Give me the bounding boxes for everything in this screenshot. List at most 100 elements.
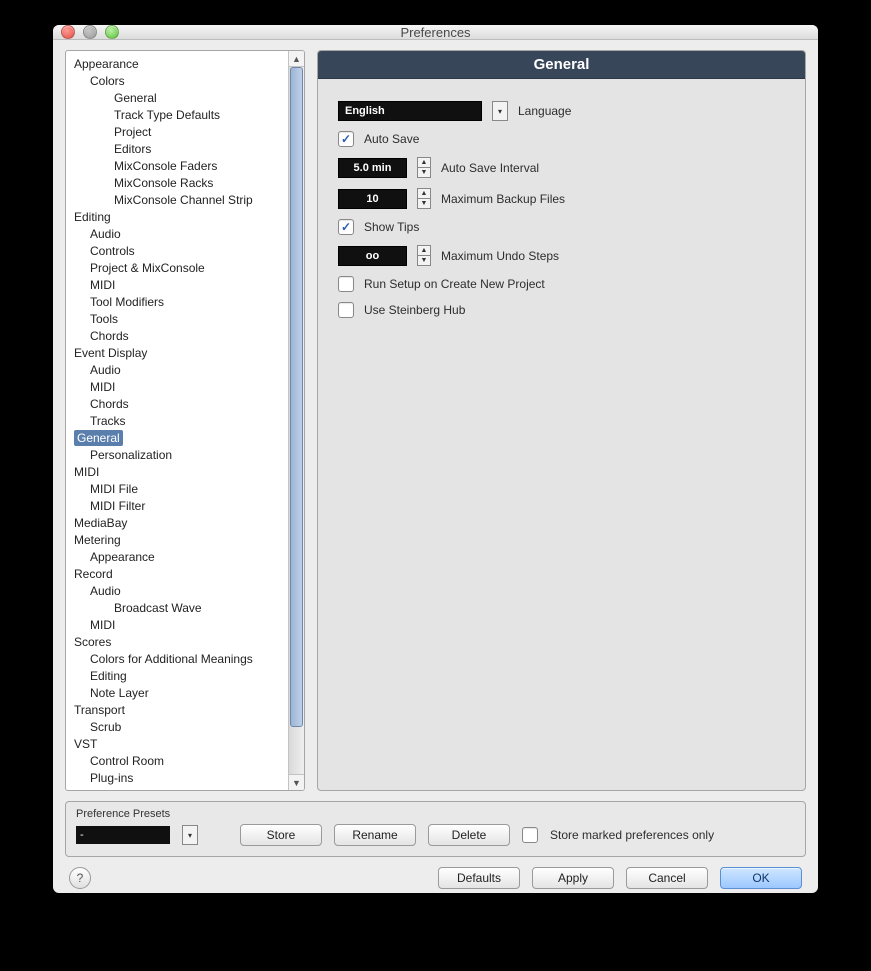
sidebar-item-label: General xyxy=(114,91,157,105)
sidebar-item[interactable]: Chords xyxy=(66,327,288,344)
sidebar-item[interactable]: Track Type Defaults xyxy=(66,106,288,123)
interval-stepper[interactable]: ▲▼ xyxy=(417,157,431,178)
sidebar-item[interactable]: Audio xyxy=(66,582,288,599)
minimize-button[interactable] xyxy=(83,25,97,39)
sidebar-item-label: General xyxy=(74,430,123,446)
scroll-up-icon[interactable]: ▲ xyxy=(289,51,304,67)
store-button[interactable]: Store xyxy=(240,824,322,846)
sidebar-item[interactable]: Scores xyxy=(66,633,288,650)
sidebar-item[interactable]: Controls xyxy=(66,242,288,259)
sidebar-item[interactable]: MIDI xyxy=(66,276,288,293)
sidebar-item[interactable]: Plug-ins xyxy=(66,769,288,786)
sidebar-item-label: Colors for Additional Meanings xyxy=(90,652,253,666)
scroll-track[interactable] xyxy=(289,67,304,774)
close-button[interactable] xyxy=(61,25,75,39)
rename-button[interactable]: Rename xyxy=(334,824,416,846)
sidebar-item[interactable]: Tool Modifiers xyxy=(66,293,288,310)
sidebar-item-label: MixConsole Racks xyxy=(114,176,213,190)
showtips-label: Show Tips xyxy=(364,220,419,234)
ok-button[interactable]: OK xyxy=(720,867,802,889)
sidebar-item[interactable]: MIDI xyxy=(66,378,288,395)
language-select[interactable]: English xyxy=(338,101,482,121)
sidebar-item[interactable]: Scrub xyxy=(66,718,288,735)
runsetup-checkbox[interactable] xyxy=(338,276,354,292)
interval-row: 5.0 min ▲▼ Auto Save Interval xyxy=(338,157,785,178)
sidebar-item[interactable]: MIDI xyxy=(66,616,288,633)
sidebar-item[interactable]: MixConsole Channel Strip xyxy=(66,191,288,208)
sidebar-item[interactable]: Colors xyxy=(66,72,288,89)
sidebar-item[interactable]: Project & MixConsole xyxy=(66,259,288,276)
sidebar-item[interactable]: Editors xyxy=(66,140,288,157)
sidebar-item[interactable]: Appearance xyxy=(66,55,288,72)
stepper-up-icon[interactable]: ▲ xyxy=(418,189,430,199)
cancel-button[interactable]: Cancel xyxy=(626,867,708,889)
sidebar-item[interactable]: MIDI File xyxy=(66,480,288,497)
sidebar-item[interactable]: Transport xyxy=(66,701,288,718)
sidebar-item[interactable]: Audio xyxy=(66,361,288,378)
sidebar-item-label: Chords xyxy=(90,397,129,411)
dropdown-icon[interactable]: ▾ xyxy=(492,101,508,121)
defaults-button[interactable]: Defaults xyxy=(438,867,520,889)
sidebar-item[interactable]: MIDI xyxy=(66,463,288,480)
preferences-window: Preferences AppearanceColorsGeneralTrack… xyxy=(53,25,818,893)
sidebar-item-label: Event Display xyxy=(74,346,147,360)
marked-checkbox[interactable] xyxy=(522,827,538,843)
sidebar-item[interactable]: MixConsole Racks xyxy=(66,174,288,191)
sidebar-item[interactable]: Tools xyxy=(66,310,288,327)
showtips-checkbox[interactable] xyxy=(338,219,354,235)
apply-button[interactable]: Apply xyxy=(532,867,614,889)
sidebar-item[interactable]: General xyxy=(66,429,288,446)
help-button[interactable]: ? xyxy=(69,867,91,889)
sidebar-item[interactable]: VST xyxy=(66,735,288,752)
scroll-thumb[interactable] xyxy=(290,67,303,727)
sidebar-item[interactable]: Metering xyxy=(66,531,288,548)
sidebar-item[interactable]: Record xyxy=(66,565,288,582)
stepper-down-icon[interactable]: ▼ xyxy=(418,168,430,177)
preset-select[interactable]: - xyxy=(76,826,170,844)
backup-field[interactable]: 10 xyxy=(338,189,407,209)
titlebar: Preferences xyxy=(53,25,818,40)
sidebar-item[interactable]: Editing xyxy=(66,208,288,225)
sidebar-item[interactable]: Event Display xyxy=(66,344,288,361)
zoom-button[interactable] xyxy=(105,25,119,39)
sidebar-item[interactable]: Audio xyxy=(66,225,288,242)
stepper-down-icon[interactable]: ▼ xyxy=(418,256,430,265)
sidebar-item-label: Audio xyxy=(90,227,121,241)
bottom-row: ? Defaults Apply Cancel OK xyxy=(65,867,806,889)
presets-box: Preference Presets - ▾ Store Rename Dele… xyxy=(65,801,806,857)
sidebar-item-label: MixConsole Channel Strip xyxy=(114,193,253,207)
undo-stepper[interactable]: ▲▼ xyxy=(417,245,431,266)
dropdown-icon[interactable]: ▾ xyxy=(182,825,198,845)
backup-stepper[interactable]: ▲▼ xyxy=(417,188,431,209)
sidebar-item-label: Project xyxy=(114,125,151,139)
sidebar-item[interactable]: Note Layer xyxy=(66,684,288,701)
scroll-down-icon[interactable]: ▼ xyxy=(289,774,304,790)
stepper-up-icon[interactable]: ▲ xyxy=(418,158,430,168)
sidebar-item[interactable]: MediaBay xyxy=(66,514,288,531)
sidebar-item-label: Control Room xyxy=(90,754,164,768)
sidebar-item[interactable]: General xyxy=(66,89,288,106)
sidebar-item[interactable]: MixConsole Faders xyxy=(66,157,288,174)
sidebar-item[interactable]: Broadcast Wave xyxy=(66,599,288,616)
sidebar-item[interactable]: Editing xyxy=(66,667,288,684)
sidebar-item-label: MIDI File xyxy=(90,482,138,496)
sidebar-item[interactable]: Chords xyxy=(66,395,288,412)
stepper-up-icon[interactable]: ▲ xyxy=(418,246,430,256)
sidebar-item[interactable]: Appearance xyxy=(66,548,288,565)
sidebar-item[interactable]: MIDI Filter xyxy=(66,497,288,514)
sidebar-list[interactable]: AppearanceColorsGeneralTrack Type Defaul… xyxy=(66,51,288,790)
delete-button[interactable]: Delete xyxy=(428,824,510,846)
autosave-checkbox[interactable] xyxy=(338,131,354,147)
sidebar-item[interactable]: Personalization xyxy=(66,446,288,463)
hub-checkbox[interactable] xyxy=(338,302,354,318)
sidebar-item[interactable]: Colors for Additional Meanings xyxy=(66,650,288,667)
sidebar-item[interactable]: Tracks xyxy=(66,412,288,429)
stepper-down-icon[interactable]: ▼ xyxy=(418,199,430,208)
sidebar-item[interactable]: Control Room xyxy=(66,752,288,769)
sidebar-item[interactable]: Project xyxy=(66,123,288,140)
undo-field[interactable]: oo xyxy=(338,246,407,266)
sidebar-item-label: Plug-ins xyxy=(90,771,133,785)
sidebar-scrollbar[interactable]: ▲ ▼ xyxy=(288,51,304,790)
hub-label: Use Steinberg Hub xyxy=(364,303,465,317)
interval-field[interactable]: 5.0 min xyxy=(338,158,407,178)
